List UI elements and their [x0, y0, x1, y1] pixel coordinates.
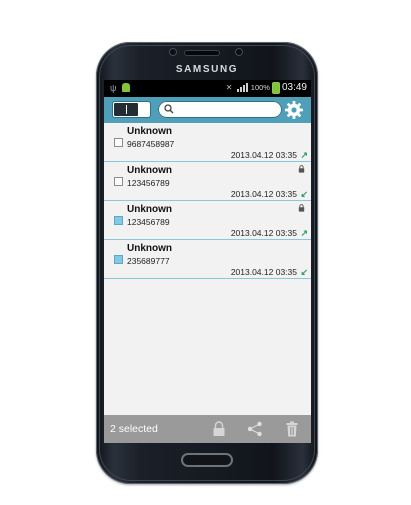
- battery-icon: [272, 82, 279, 93]
- proximity-sensor: [170, 49, 176, 55]
- search-input[interactable]: [177, 103, 275, 116]
- incoming-arrow-icon: ↙: [300, 267, 308, 277]
- contact-name: Unknown: [127, 165, 172, 176]
- selected-count: 2 selected: [110, 423, 158, 435]
- contact-name: Unknown: [127, 243, 172, 254]
- toggle-knob: [114, 103, 138, 116]
- search-box[interactable]: [158, 101, 282, 118]
- battery-percent: 100%: [250, 83, 270, 92]
- earpiece-speaker: [185, 51, 219, 55]
- app-screen: ψ ✕ 100% 03:49 Unknown 9687458987 2013.0…: [104, 80, 311, 443]
- usb-icon: ψ: [110, 83, 117, 93]
- android-icon: [122, 83, 130, 92]
- outgoing-arrow-icon: ↗: [300, 150, 308, 160]
- share-icon[interactable]: [246, 420, 264, 438]
- call-datetime: 2013.04.12 03:35: [230, 150, 297, 160]
- call-datetime: 2013.04.12 03:35: [230, 228, 297, 238]
- lock-icon: [298, 204, 305, 212]
- row-checkbox[interactable]: [114, 216, 123, 225]
- row-checkbox[interactable]: [114, 177, 123, 186]
- phone-number: 123456789: [127, 217, 170, 227]
- home-button[interactable]: [181, 453, 233, 467]
- list-item[interactable]: Unknown 123456789 2013.04.12 03:35 ↗: [104, 201, 311, 240]
- contact-name: Unknown: [127, 126, 172, 137]
- action-bar: [104, 97, 311, 123]
- row-checkbox[interactable]: [114, 255, 123, 264]
- selection-action-bar: 2 selected: [104, 415, 311, 443]
- phone-number: 9687458987: [127, 139, 175, 149]
- signal-icon: [236, 83, 248, 92]
- call-datetime: 2013.04.12 03:35: [230, 267, 297, 277]
- status-time: 03:49: [281, 82, 307, 93]
- trash-icon[interactable]: [283, 420, 301, 438]
- list-item[interactable]: Unknown 9687458987 2013.04.12 03:35 ↗: [104, 123, 311, 162]
- front-camera: [236, 49, 242, 55]
- contact-name: Unknown: [127, 204, 172, 215]
- list-item[interactable]: Unknown 123456789 2013.04.12 03:35 ↙: [104, 162, 311, 201]
- lock-icon: [298, 165, 305, 173]
- lock-icon[interactable]: [210, 420, 228, 438]
- incoming-arrow-icon: ↙: [300, 189, 308, 199]
- status-bar: ψ ✕ 100% 03:49: [104, 80, 311, 97]
- outgoing-arrow-icon: ↗: [300, 228, 308, 238]
- phone-number: 123456789: [127, 178, 170, 188]
- list-item[interactable]: Unknown 235689777 2013.04.12 03:35 ↙: [104, 240, 311, 279]
- call-datetime: 2013.04.12 03:35: [230, 189, 297, 199]
- gear-icon[interactable]: [284, 100, 304, 120]
- search-icon: [164, 104, 174, 114]
- call-log-list: Unknown 9687458987 2013.04.12 03:35 ↗ Un…: [104, 123, 311, 279]
- mute-icon: ✕: [225, 82, 233, 92]
- brand-logo: SAMSUNG: [175, 64, 239, 75]
- mode-toggle[interactable]: [113, 102, 150, 117]
- row-checkbox[interactable]: [114, 138, 123, 147]
- phone-number: 235689777: [127, 256, 170, 266]
